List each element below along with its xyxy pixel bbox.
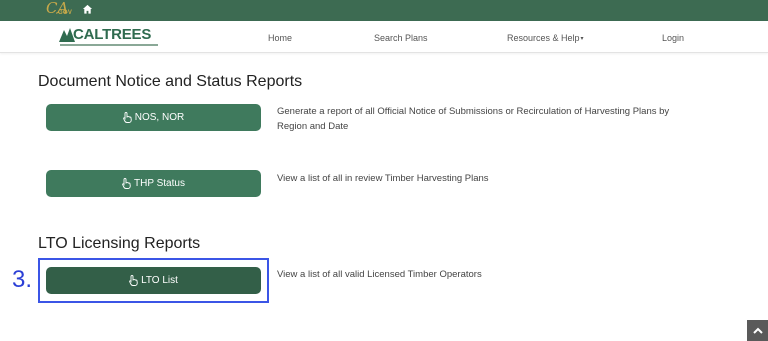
brand-tagline (60, 44, 158, 46)
hand-pointer-icon (122, 112, 132, 123)
nav-home[interactable]: Home (268, 33, 292, 43)
document-reports-title: Document Notice and Status Reports (38, 73, 303, 90)
main-navbar: CALTREES Home Search Plans Resources & H… (0, 21, 768, 53)
nos-nor-description-line2: Region and Date (277, 121, 349, 132)
nos-nor-description-line1: Generate a report of all Official Notice… (277, 106, 670, 117)
thp-status-button-label: THP Status (134, 178, 185, 189)
nav-login[interactable]: Login (662, 33, 684, 43)
ca-gov-logo[interactable]: CA .GOV (44, 0, 74, 20)
nos-nor-description: Generate a report of all Official Notice… (277, 104, 669, 134)
top-bar: CA .GOV (0, 0, 768, 21)
gov-logo-text: .GOV (56, 10, 73, 16)
lto-list-button-label: LTO List (141, 275, 178, 286)
caret-down-icon: ▾ (580, 36, 584, 42)
hand-pointer-icon (122, 178, 131, 189)
nav-resources-label: Resources & Help (507, 33, 580, 43)
lto-list-button[interactable]: LTO List (46, 267, 261, 294)
chevron-up-icon (752, 327, 763, 334)
home-icon[interactable] (82, 4, 93, 15)
thp-status-description: View a list of all in review Timber Harv… (277, 173, 489, 184)
nos-nor-button-label: NOS, NOR (134, 112, 185, 123)
nav-search-plans[interactable]: Search Plans (374, 33, 428, 43)
nav-resources-help[interactable]: Resources & Help▾ (507, 33, 584, 43)
lto-list-description: View a list of all valid Licensed Timber… (277, 269, 482, 280)
caltrees-logo[interactable]: CALTREES (59, 25, 159, 49)
hand-pointer-icon (129, 275, 138, 286)
lto-reports-title: LTO Licensing Reports (38, 235, 201, 252)
back-to-top-button[interactable] (747, 320, 768, 341)
thp-status-button[interactable]: THP Status (46, 170, 261, 197)
brand-name: CALTREES (73, 26, 152, 43)
step-number-annotation: 3. (12, 266, 33, 293)
nos-nor-button[interactable]: NOS, NOR (46, 104, 261, 131)
